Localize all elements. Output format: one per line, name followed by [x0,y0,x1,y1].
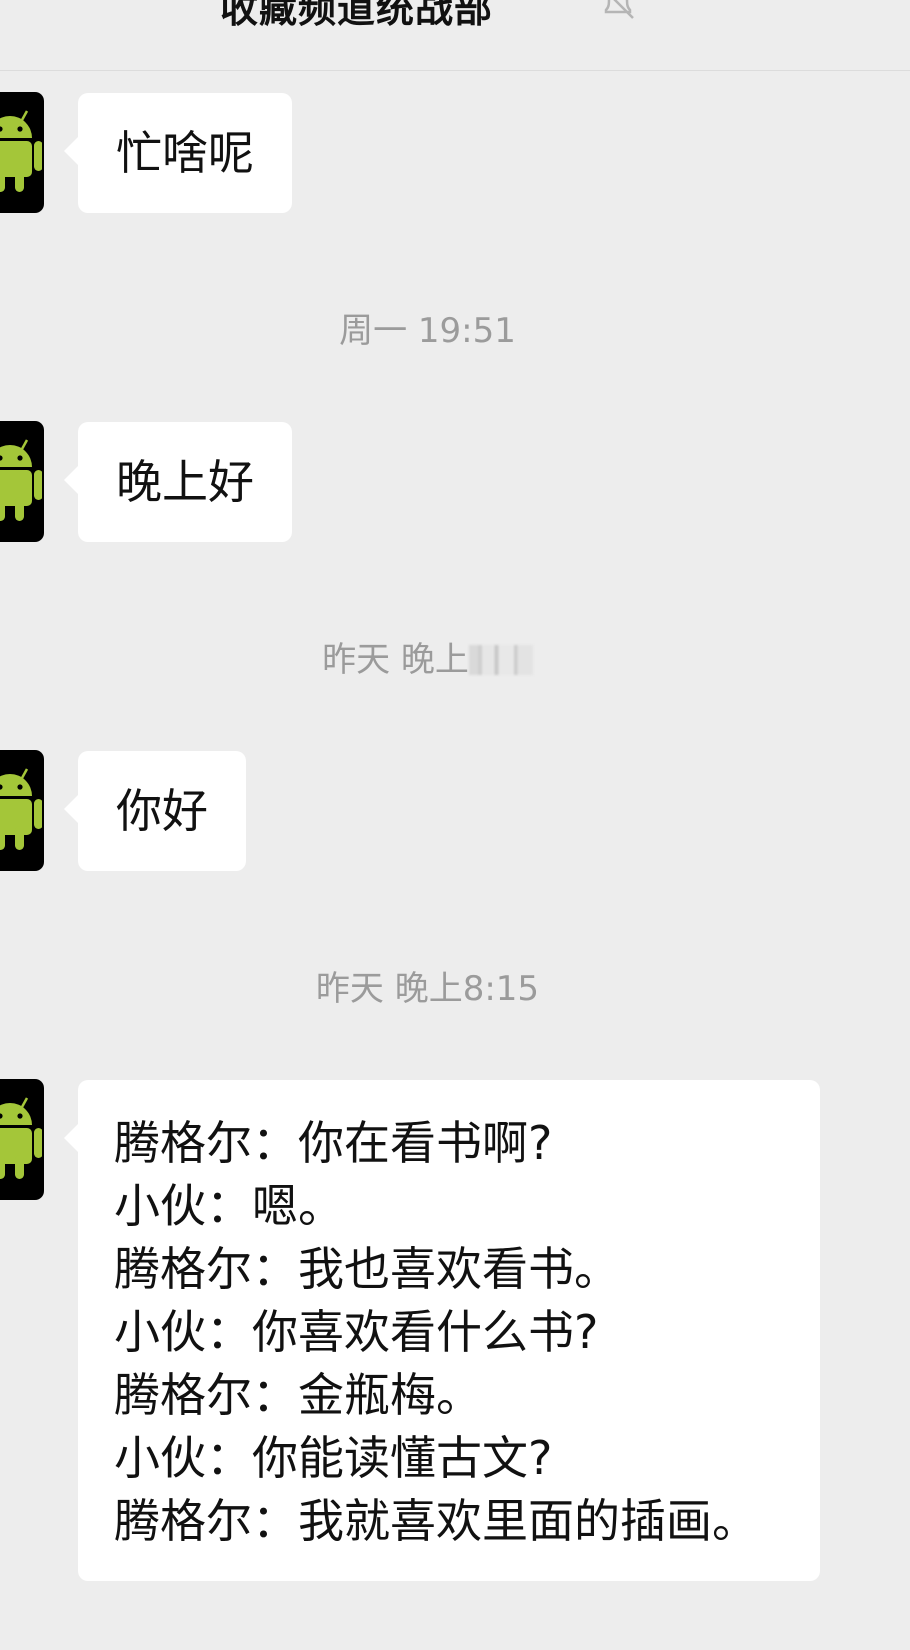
android-icon [0,1097,42,1179]
more-options-button[interactable] [858,0,910,12]
avatar[interactable] [0,421,44,542]
message-bubble[interactable]: 你好 [64,751,246,871]
android-icon [0,110,42,192]
dialogue-line: 腾格尔：你在看书啊? [114,1116,553,1170]
timestamp-text: 昨天 晚上 [322,640,469,680]
dialogue-line: 腾格尔：金瓶梅。 [114,1368,482,1422]
timestamp: 周一 19:51 [339,311,516,351]
dialogue-line: 小伙：嗯。 [114,1179,344,1233]
avatar[interactable] [0,750,44,871]
dialogue-line: 腾格尔：我就喜欢里面的插画。 [114,1494,758,1548]
redacted-time [468,645,533,675]
dialogue-line: 腾格尔：我也喜欢看书。 [114,1242,620,1296]
message-bubble[interactable]: 腾格尔：你在看书啊? 小伙：嗯。 腾格尔：我也喜欢看书。 小伙：你喜欢看什么书?… [64,1080,820,1581]
timestamp: 昨天 晚上 [0,632,855,681]
android-icon [0,768,42,850]
android-icon [0,439,42,521]
bell-off-icon [604,0,634,19]
avatar[interactable] [0,92,44,213]
chat-title: 收藏频道统战部 [220,0,494,31]
timestamp: 昨天 晚上8:15 [315,969,540,1009]
message-bubble[interactable]: 忙啥呢 [64,93,292,213]
message-bubble[interactable]: 晚上好 [64,422,292,542]
avatar[interactable] [0,1079,44,1200]
dialogue-line: 小伙：你喜欢看什么书? [114,1305,599,1359]
chat-header: 收藏频道统战部 [0,0,910,71]
dialogue-line: 小伙：你能读懂古文? [114,1431,553,1485]
